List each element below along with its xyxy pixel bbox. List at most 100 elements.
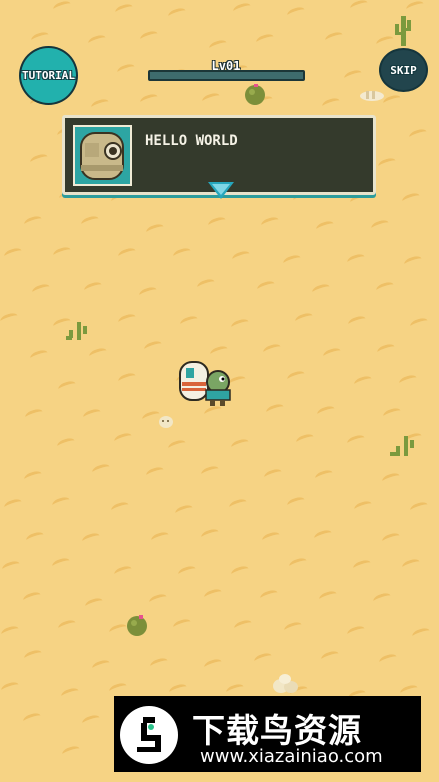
sand-ripple xyxy=(282,253,303,268)
sand-ripple xyxy=(314,468,335,483)
skip-button[interactable]: SKIP xyxy=(381,50,426,90)
sand-ripple xyxy=(264,402,285,417)
sand-ripple xyxy=(178,314,199,329)
sand-ripple xyxy=(60,743,81,759)
sand-ripple xyxy=(22,469,43,484)
sand-ripple xyxy=(408,127,429,142)
sand-ripple xyxy=(114,2,135,17)
sand-ripple xyxy=(167,682,188,697)
bird-logo-icon xyxy=(120,706,178,764)
sand-ripple xyxy=(312,528,333,543)
sand-ripple xyxy=(232,1,253,16)
sand-ripple xyxy=(108,681,129,697)
xp-progress-bar xyxy=(148,70,305,81)
watermark-url: www.xiazainiao.com xyxy=(200,746,383,767)
sand-ripple xyxy=(377,156,398,171)
sand-ripple xyxy=(208,343,229,359)
sand-ripple xyxy=(286,495,307,510)
sand-ripple xyxy=(55,436,76,451)
sand-ripple xyxy=(117,370,138,386)
sand-ripple xyxy=(311,282,332,297)
sand-ripple xyxy=(139,28,160,44)
watermark-title: 下载鸟资源 xyxy=(192,711,362,750)
player-character xyxy=(179,361,231,406)
sand-ripple xyxy=(286,369,307,384)
sand-ripple xyxy=(352,499,373,514)
sand-ripple xyxy=(148,655,169,671)
sand-ripple xyxy=(113,564,134,579)
sand-ripple xyxy=(411,626,432,641)
sand-ripple xyxy=(172,617,193,632)
sand-ripple xyxy=(224,682,245,697)
sand-ripple xyxy=(199,527,220,542)
sand-ripple xyxy=(227,496,248,512)
sand-ripple xyxy=(324,30,345,45)
sand-ripple xyxy=(87,346,108,361)
flower-cactus-icon xyxy=(127,615,147,636)
sand-ripple xyxy=(30,30,51,45)
sand-ripple xyxy=(115,62,136,77)
speaker-portrait xyxy=(73,125,132,186)
sand-ripple xyxy=(320,96,341,112)
sand-ripple xyxy=(315,404,336,419)
sand-ripple xyxy=(372,591,393,606)
sand-ripple xyxy=(138,92,159,107)
sand-ripple xyxy=(90,658,111,673)
sand-ripple xyxy=(206,215,227,231)
sand-ripple xyxy=(401,557,422,572)
sand-ripple xyxy=(80,214,101,229)
sand-ripple xyxy=(376,342,396,357)
sand-ripple xyxy=(82,280,103,295)
sand-ripple xyxy=(347,314,367,329)
sand-ripple xyxy=(286,5,306,20)
watermark-banner: 下载鸟资源 www.xiazainiao.com xyxy=(114,696,421,772)
continue-arrow-icon[interactable] xyxy=(208,182,234,199)
sand-ripple xyxy=(319,649,340,664)
sand-ripple xyxy=(138,285,159,300)
sand-ripple xyxy=(230,436,251,452)
sand-ripple xyxy=(288,556,309,571)
sand-ripple xyxy=(199,464,220,479)
sand-ripple xyxy=(0,559,21,574)
sand-ripple xyxy=(369,217,390,233)
sand-ripple xyxy=(398,373,419,388)
sand-ripple xyxy=(174,503,195,518)
sand-ripple xyxy=(409,316,429,331)
sand-ripple xyxy=(31,282,51,297)
sand-ripple xyxy=(208,38,229,53)
sand-ripple xyxy=(21,589,42,605)
cactus-icon xyxy=(395,16,411,46)
sand-ripple xyxy=(343,68,364,83)
cactus-icon xyxy=(390,436,414,456)
sand-ripple xyxy=(399,682,420,698)
watermark-logo xyxy=(137,717,161,752)
sand-ripple xyxy=(201,91,222,106)
sand-ripple xyxy=(51,556,72,571)
sand-ripple xyxy=(377,652,398,667)
sand-ripple xyxy=(117,312,138,327)
sand-ripple xyxy=(349,0,370,13)
sand-ripple xyxy=(352,558,373,573)
tutorial-button[interactable]: TUTORIAL xyxy=(21,48,76,103)
dialog-box[interactable]: HELLO WORLD xyxy=(62,115,376,199)
sand-ripple xyxy=(52,245,73,260)
sand-ripple xyxy=(255,279,276,294)
sand-ripple xyxy=(144,465,165,480)
sand-ripple xyxy=(83,596,104,611)
sand-ripple xyxy=(230,249,251,264)
sand-ripple xyxy=(381,471,402,487)
sand-ripple xyxy=(3,246,24,261)
sand-ripple xyxy=(23,407,44,422)
sand-ripple xyxy=(143,339,164,354)
sand-ripple xyxy=(259,588,280,603)
sand-ripple xyxy=(262,342,283,357)
sand-ripple xyxy=(144,222,165,237)
sand-ripple xyxy=(353,374,374,389)
sand-ripple xyxy=(294,311,315,326)
sand-ripple xyxy=(283,620,304,635)
sand-ripple xyxy=(230,317,251,332)
sand-ripple xyxy=(232,618,253,633)
sand-ripple xyxy=(345,433,366,448)
sand-ripple xyxy=(116,246,137,261)
sand-ripple xyxy=(253,651,274,666)
